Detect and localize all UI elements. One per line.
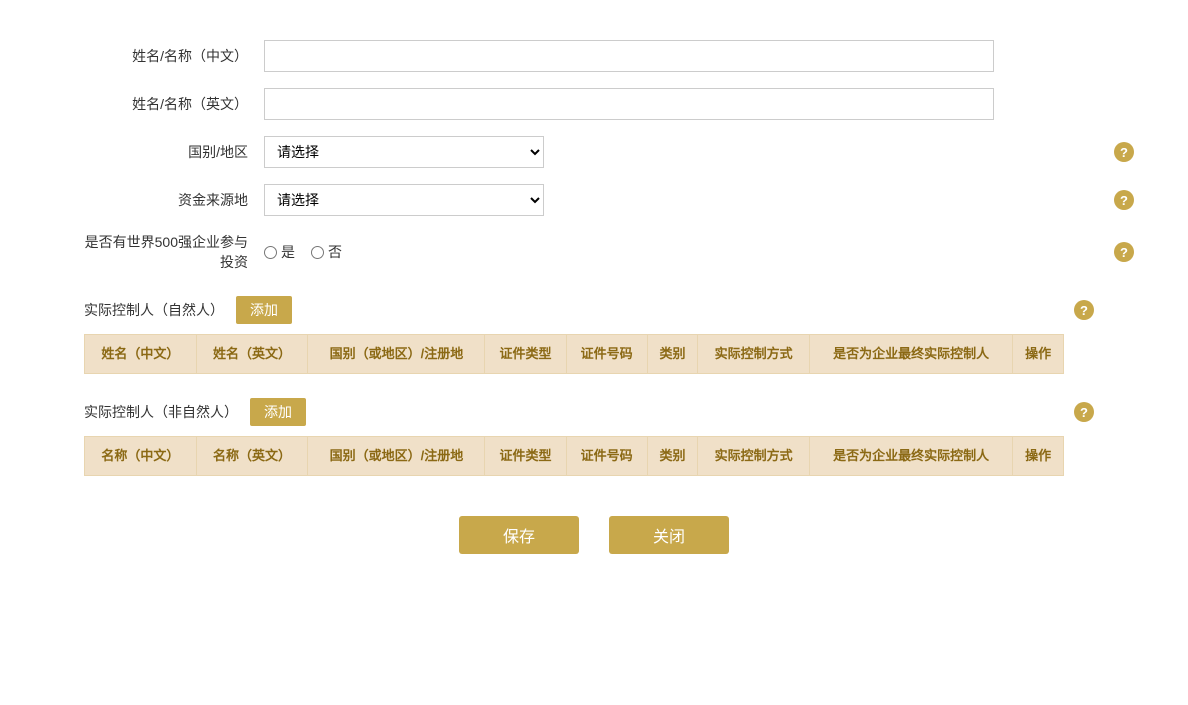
section1-col-control-method: 实际控制方式 [698,335,810,374]
fund-source-row: 资金来源地 请选择 ? [84,184,1104,216]
section1-header: 实际控制人（自然人） 添加 ? [84,296,1064,324]
name-cn-input[interactable] [264,40,994,72]
section1-col-name-en: 姓名（英文） [196,335,308,374]
section2-table-header-row: 名称（中文） 名称（英文） 国别（或地区）/注册地 证件类型 证件号码 类别 实… [85,437,1064,476]
section1-col-name-cn: 姓名（中文） [85,335,197,374]
fortune500-yes-radio[interactable] [264,246,277,259]
section1-col-ultimate-controller: 是否为企业最终实际控制人 [809,335,1012,374]
name-en-input[interactable] [264,88,994,120]
country-help-icon[interactable]: ? [1114,142,1134,162]
fortune500-row: 是否有世界500强企业参与投资 是 否 ? [84,232,1104,272]
name-en-label: 姓名/名称（英文） [84,94,264,114]
section2-title: 实际控制人（非自然人） [84,402,238,422]
name-en-row: 姓名/名称（英文） [84,88,1104,120]
fortune500-help-icon[interactable]: ? [1114,242,1134,262]
save-button[interactable]: 保存 [459,516,579,554]
section2-col-name-cn: 名称（中文） [85,437,197,476]
page-container: 姓名/名称（中文） 姓名/名称（英文） 国别/地区 请选择 ? 资金来源地 请选… [44,20,1144,604]
section1-table: 姓名（中文） 姓名（英文） 国别（或地区）/注册地 证件类型 证件号码 类别 实… [84,334,1064,374]
section1-col-country: 国别（或地区）/注册地 [308,335,485,374]
bottom-actions: 保存 关闭 [84,516,1104,584]
section1-col-cert-no: 证件号码 [566,335,647,374]
section2-col-name-en: 名称（英文） [196,437,308,476]
fund-source-select[interactable]: 请选择 [264,184,544,216]
section1-table-header-row: 姓名（中文） 姓名（英文） 国别（或地区）/注册地 证件类型 证件号码 类别 实… [85,335,1064,374]
section2-col-ultimate-controller: 是否为企业最终实际控制人 [809,437,1012,476]
fortune500-no-radio[interactable] [311,246,324,259]
section1-title: 实际控制人（自然人） [84,300,224,320]
fund-source-help-icon[interactable]: ? [1114,190,1134,210]
section2-col-control-method: 实际控制方式 [698,437,810,476]
section1-help-icon[interactable]: ? [1074,300,1094,320]
section2-header: 实际控制人（非自然人） 添加 ? [84,398,1064,426]
fortune500-radio-group: 是 否 [264,242,352,262]
close-button[interactable]: 关闭 [609,516,729,554]
section1-col-cert-type: 证件类型 [485,335,566,374]
section2-help-icon[interactable]: ? [1074,402,1094,422]
fortune500-yes-label[interactable]: 是 [264,242,295,262]
fortune500-label: 是否有世界500强企业参与投资 [84,232,264,272]
section2-col-cert-no: 证件号码 [566,437,647,476]
country-label: 国别/地区 [84,142,264,162]
section2-table: 名称（中文） 名称（英文） 国别（或地区）/注册地 证件类型 证件号码 类别 实… [84,436,1064,476]
country-select[interactable]: 请选择 [264,136,544,168]
section1-add-button[interactable]: 添加 [236,296,292,324]
fortune500-yes-text: 是 [281,242,295,262]
name-cn-label: 姓名/名称（中文） [84,46,264,66]
name-cn-row: 姓名/名称（中文） [84,40,1104,72]
country-row: 国别/地区 请选择 ? [84,136,1104,168]
section1-col-category: 类别 [647,335,698,374]
fund-source-label: 资金来源地 [84,190,264,210]
section1-col-action: 操作 [1013,335,1064,374]
fortune500-no-label[interactable]: 否 [311,242,342,262]
section2-col-action: 操作 [1013,437,1064,476]
fortune500-no-text: 否 [328,242,342,262]
section2-col-cert-type: 证件类型 [485,437,566,476]
section2-add-button[interactable]: 添加 [250,398,306,426]
section2-col-category: 类别 [647,437,698,476]
section2-col-country: 国别（或地区）/注册地 [308,437,485,476]
